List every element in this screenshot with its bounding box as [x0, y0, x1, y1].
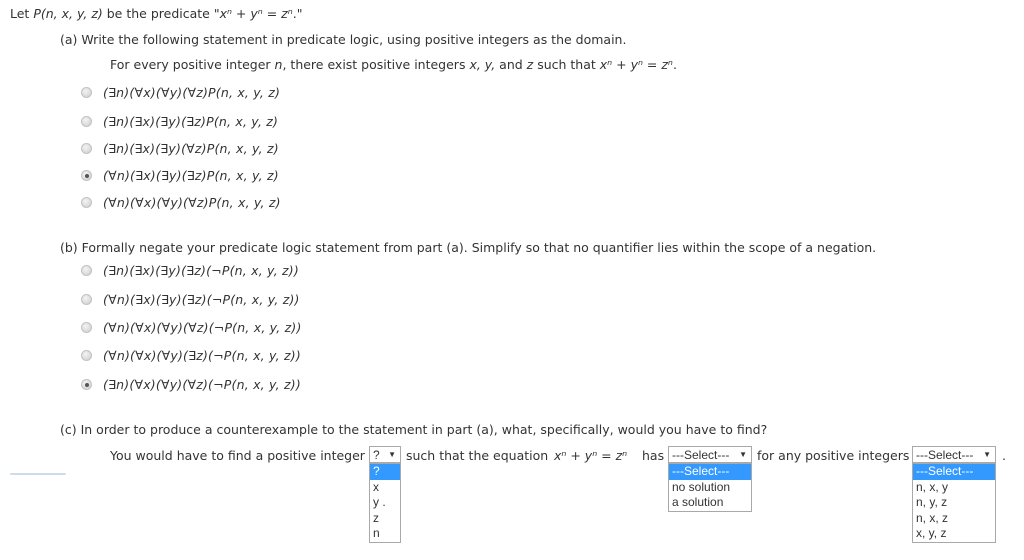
- radio-button-selected[interactable]: [81, 170, 92, 181]
- option-formula: (∀n)(∃x)(∃y)(∃z)P(n, x, y, z): [103, 168, 279, 183]
- dropdown-option[interactable]: n, x, y: [913, 480, 995, 496]
- sentence-part-4: for any positive integers: [757, 448, 910, 463]
- intro-line: Let P(n, x, y, z) be the predicate "xⁿ +…: [10, 6, 302, 21]
- option-formula: (∃n)(∀x)(∀y)(∀z)P(n, x, y, z): [103, 85, 281, 100]
- chevron-down-icon: ▼: [388, 450, 396, 459]
- dropdown-option[interactable]: ---Select---: [913, 464, 995, 480]
- statement-such: such that: [533, 57, 600, 72]
- part-b-prompt: (b) Formally negate your predicate logic…: [60, 240, 877, 255]
- variables-select[interactable]: ---Select--- ▼: [912, 446, 996, 463]
- option-formula: (∀n)(∀x)(∀y)(∀z)P(n, x, y, z): [103, 195, 281, 210]
- stray-period: .: [382, 495, 386, 509]
- part-b-option[interactable]: (∃n)(∃x)(∃y)(∃z)(¬P(n, x, y, z)): [81, 263, 299, 278]
- radio-button[interactable]: [81, 265, 92, 276]
- sentence-part-3: has: [642, 448, 665, 463]
- variable-dropdown-list: ? x y . z n: [369, 463, 401, 543]
- dropdown-option[interactable]: no solution: [669, 480, 751, 496]
- intro-equation: xⁿ + yⁿ = zⁿ: [219, 6, 293, 21]
- part-a-statement: For every positive integer n, there exis…: [110, 57, 677, 72]
- intro-middle: be the predicate ": [102, 6, 220, 21]
- statement-equation: xⁿ + yⁿ = zⁿ: [599, 57, 673, 72]
- option-formula: (∃n)(∃x)(∃y)(∃z)(¬P(n, x, y, z)): [103, 263, 299, 278]
- variables-dropdown-list: ---Select--- n, x, y n, y, z n, x, z x, …: [912, 463, 996, 543]
- dropdown-option[interactable]: n: [370, 526, 400, 542]
- statement-prefix: For every positive integer: [110, 57, 275, 72]
- part-a-option[interactable]: (∀n)(∃x)(∃y)(∃z)P(n, x, y, z): [81, 168, 279, 183]
- part-a-prompt: (a) Write the following statement in pre…: [60, 32, 627, 47]
- solution-select[interactable]: ---Select--- ▼: [668, 446, 752, 463]
- radio-button[interactable]: [81, 350, 92, 361]
- dropdown-option[interactable]: ?: [370, 464, 400, 480]
- select-value: ---Select---: [672, 447, 730, 462]
- option-formula: (∀n)(∀x)(∀y)(∃z)(¬P(n, x, y, z)): [103, 348, 301, 363]
- option-text: y: [373, 495, 379, 509]
- solution-dropdown-list: ---Select--- no solution a solution: [668, 463, 752, 512]
- dropdown-option[interactable]: z: [370, 511, 400, 527]
- part-a-option[interactable]: (∃n)(∀x)(∀y)(∀z)P(n, x, y, z): [81, 85, 280, 100]
- part-b-option[interactable]: (∃n)(∀x)(∀y)(∀z)(¬P(n, x, y, z)): [81, 377, 301, 392]
- chevron-down-icon: ▼: [983, 450, 991, 459]
- intro-suffix: .": [292, 6, 303, 21]
- radio-button[interactable]: [81, 197, 92, 208]
- part-b-option[interactable]: (∀n)(∀x)(∀y)(∃z)(¬P(n, x, y, z)): [81, 348, 301, 363]
- statement-mid: , there exist positive integers: [282, 57, 470, 72]
- part-a-option[interactable]: (∃n)(∃x)(∃y)(∃z)P(n, x, y, z): [81, 114, 278, 129]
- variable-select[interactable]: ? ▼: [369, 446, 401, 463]
- radio-button-selected[interactable]: [81, 379, 92, 390]
- dropdown-option[interactable]: x: [370, 480, 400, 496]
- radio-button[interactable]: [81, 322, 92, 333]
- intro-prefix: Let: [10, 6, 34, 21]
- statement-end: .: [672, 57, 677, 72]
- dropdown-option[interactable]: ---Select---: [669, 464, 751, 480]
- statement-and: and: [495, 57, 527, 72]
- option-formula: (∀n)(∃x)(∃y)(∃z)(¬P(n, x, y, z)): [103, 292, 300, 307]
- select-value: ---Select---: [916, 447, 974, 462]
- option-formula: (∃n)(∃x)(∃y)(∀z)P(n, x, y, z): [103, 141, 279, 156]
- option-formula: (∀n)(∀x)(∀y)(∀z)(¬P(n, x, y, z)): [103, 320, 302, 335]
- radio-button[interactable]: [81, 294, 92, 305]
- sentence-equation: xⁿ + yⁿ = zⁿ: [554, 448, 628, 463]
- decorative-divider: [10, 473, 66, 475]
- select-value: ?: [373, 447, 380, 462]
- statement-vars: x, y,: [469, 57, 496, 72]
- dropdown-option[interactable]: a solution: [669, 495, 751, 511]
- predicate-name: P(n, x, y, z): [33, 6, 103, 21]
- part-a-option[interactable]: (∀n)(∀x)(∀y)(∀z)P(n, x, y, z): [81, 195, 281, 210]
- option-formula: (∃n)(∃x)(∃y)(∃z)P(n, x, y, z): [103, 114, 279, 129]
- part-a-option[interactable]: (∃n)(∃x)(∃y)(∀z)P(n, x, y, z): [81, 141, 279, 156]
- dropdown-option[interactable]: n, y, z: [913, 495, 995, 511]
- radio-button[interactable]: [81, 87, 92, 98]
- chevron-down-icon: ▼: [739, 450, 747, 459]
- sentence-part-1: You would have to find a positive intege…: [110, 448, 365, 463]
- part-b-option[interactable]: (∀n)(∀x)(∀y)(∀z)(¬P(n, x, y, z)): [81, 320, 302, 335]
- dropdown-option[interactable]: n, x, z: [913, 511, 995, 527]
- part-c-prompt: (c) In order to produce a counterexample…: [60, 422, 768, 437]
- radio-button[interactable]: [81, 116, 92, 127]
- option-formula: (∃n)(∀x)(∀y)(∀z)(¬P(n, x, y, z)): [103, 377, 301, 392]
- sentence-end: .: [1002, 448, 1006, 463]
- dropdown-option[interactable]: y .: [370, 495, 400, 511]
- dropdown-option[interactable]: x, y, z: [913, 526, 995, 542]
- sentence-part-2: such that the equation: [406, 448, 549, 463]
- radio-button[interactable]: [81, 143, 92, 154]
- part-b-option[interactable]: (∀n)(∃x)(∃y)(∃z)(¬P(n, x, y, z)): [81, 292, 300, 307]
